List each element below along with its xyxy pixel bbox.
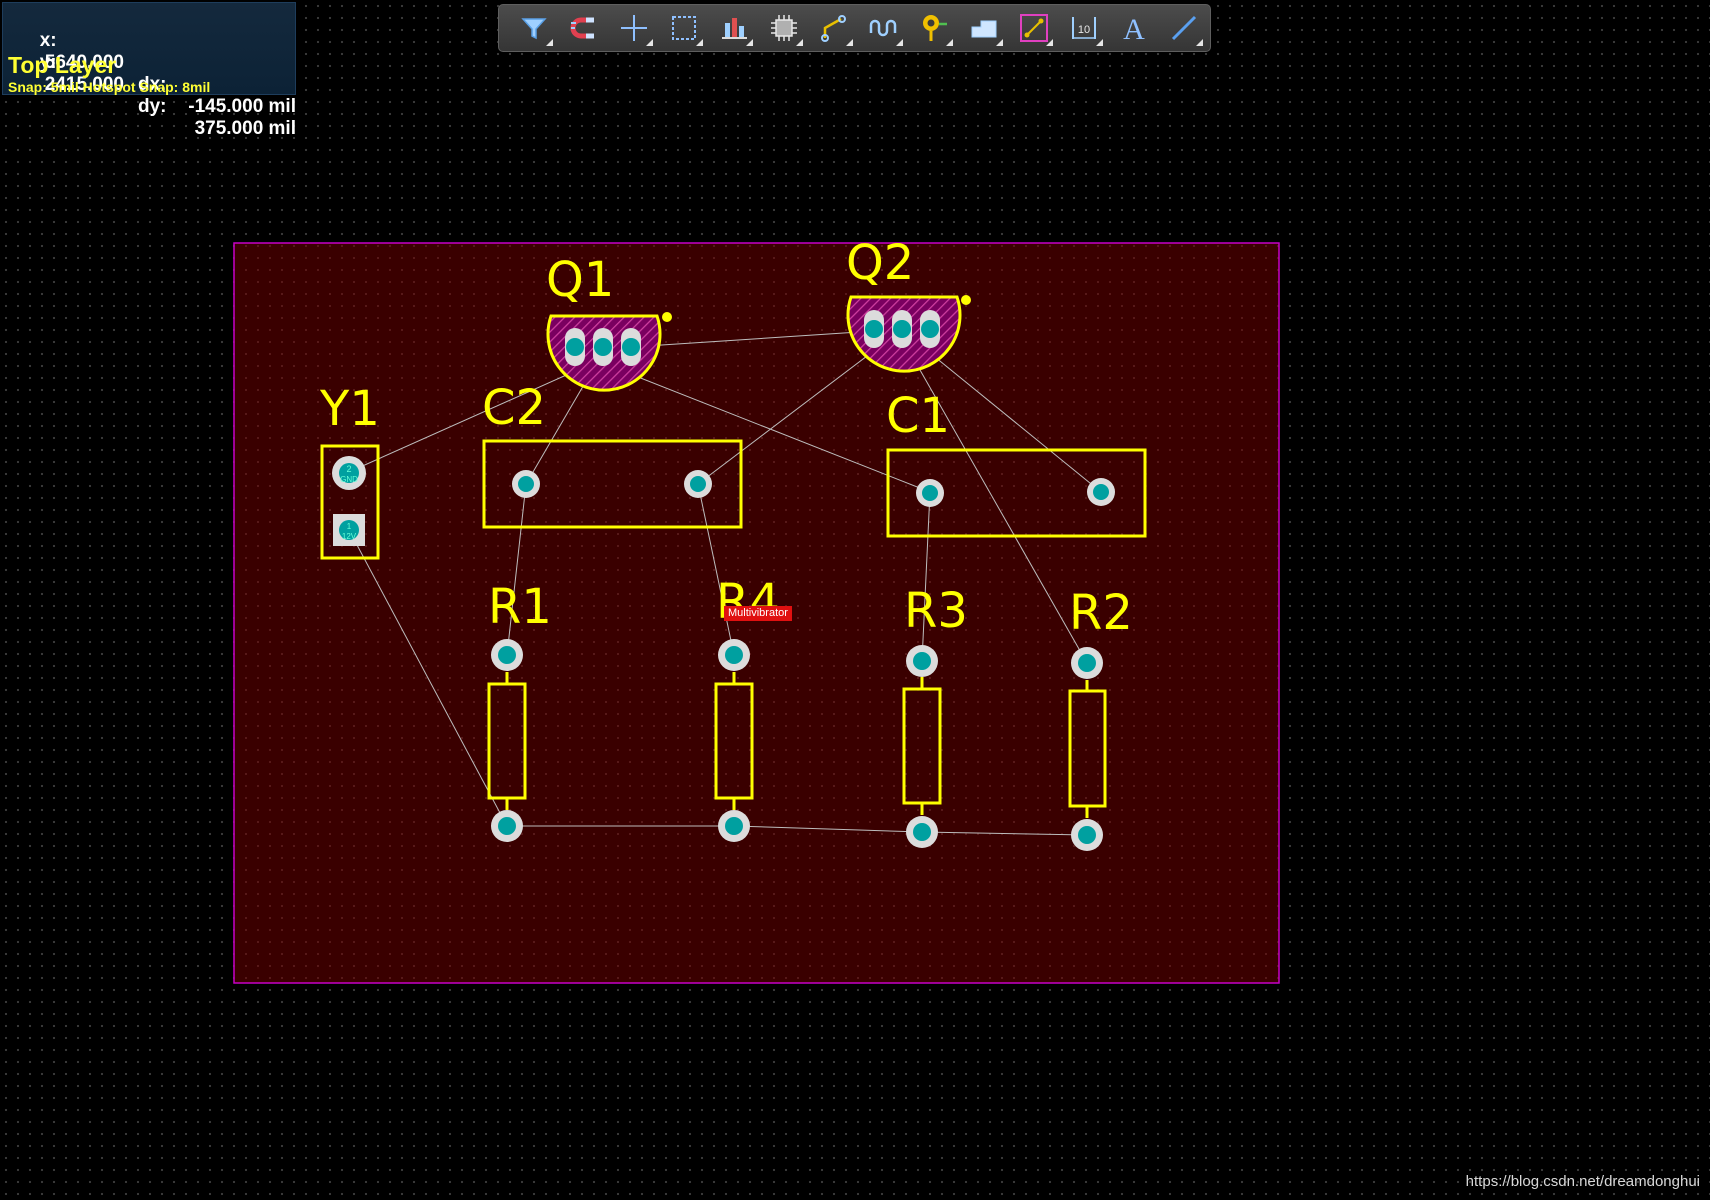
watermark-url: https://blog.csdn.net/dreamdonghui bbox=[1465, 1173, 1700, 1190]
y1-pad2-number: 2 bbox=[346, 464, 351, 474]
snap-magnet-icon bbox=[570, 17, 594, 39]
hud-y-row: y: 2415.000 dy: 375.000 mil bbox=[8, 30, 296, 162]
component-button[interactable] bbox=[759, 6, 809, 50]
net-tag-multivibrator[interactable]: Multivibrator bbox=[724, 606, 792, 621]
designator-r2: R2 bbox=[1069, 585, 1133, 641]
pcb-workspace[interactable]: Q1 Q2 2 GND 1 12V Y1 C2 C1 R1 R4 R3 R2 M… bbox=[0, 0, 1710, 1200]
route-track-button[interactable] bbox=[809, 6, 859, 50]
via-pad-button[interactable] bbox=[909, 6, 959, 50]
select-rectangle-button[interactable] bbox=[659, 6, 709, 50]
routing-line-button[interactable] bbox=[1009, 6, 1059, 50]
designator-r1: R1 bbox=[488, 579, 552, 635]
filter-button[interactable] bbox=[509, 6, 559, 50]
designator-y1: Y1 bbox=[319, 381, 380, 437]
designator-r4: R4 bbox=[716, 574, 780, 630]
polygon-pour-button[interactable] bbox=[959, 6, 1009, 50]
svg-text:10: 10 bbox=[1078, 24, 1090, 36]
current-layer-label: Top Layer bbox=[8, 52, 117, 78]
designator-r3: R3 bbox=[904, 583, 968, 639]
interactive-tuning-button[interactable] bbox=[859, 6, 909, 50]
align-button[interactable] bbox=[709, 6, 759, 50]
designator-c1: C1 bbox=[886, 388, 950, 444]
pcb-canvas[interactable]: Q1 Q2 2 GND 1 12V Y1 C2 C1 R1 R4 R3 R2 bbox=[0, 0, 1710, 1200]
text-string-icon: A bbox=[1123, 13, 1145, 45]
y1-pad1-net: 12V bbox=[342, 532, 357, 541]
hud-dy-value: 375.000 mil bbox=[194, 118, 296, 139]
hud-dy-label: dy: bbox=[138, 96, 167, 117]
snap-magnet-button[interactable] bbox=[559, 6, 609, 50]
dimension-button[interactable]: 10 bbox=[1059, 6, 1109, 50]
designator-c2: C2 bbox=[482, 380, 546, 436]
designator-q1: Q1 bbox=[546, 252, 614, 308]
designator-q2: Q2 bbox=[846, 235, 914, 291]
text-string-button[interactable]: A bbox=[1109, 6, 1159, 50]
snap-settings-label: Snap: 5mil Hotspot Snap: 8mil bbox=[8, 79, 211, 95]
active-bar-toolbar: 10 A bbox=[498, 4, 1211, 52]
y1-pad2-net: GND bbox=[340, 475, 358, 484]
svg-text:A: A bbox=[1123, 13, 1145, 45]
crosshair-button[interactable] bbox=[609, 6, 659, 50]
coordinate-hud: x: 5640.000 dx: -145.000 mil y: 2415.000… bbox=[2, 2, 296, 139]
hud-dx-value: -145.000 mil bbox=[188, 96, 296, 117]
line-button[interactable] bbox=[1159, 6, 1209, 50]
y1-pad1-number: 1 bbox=[347, 522, 352, 531]
